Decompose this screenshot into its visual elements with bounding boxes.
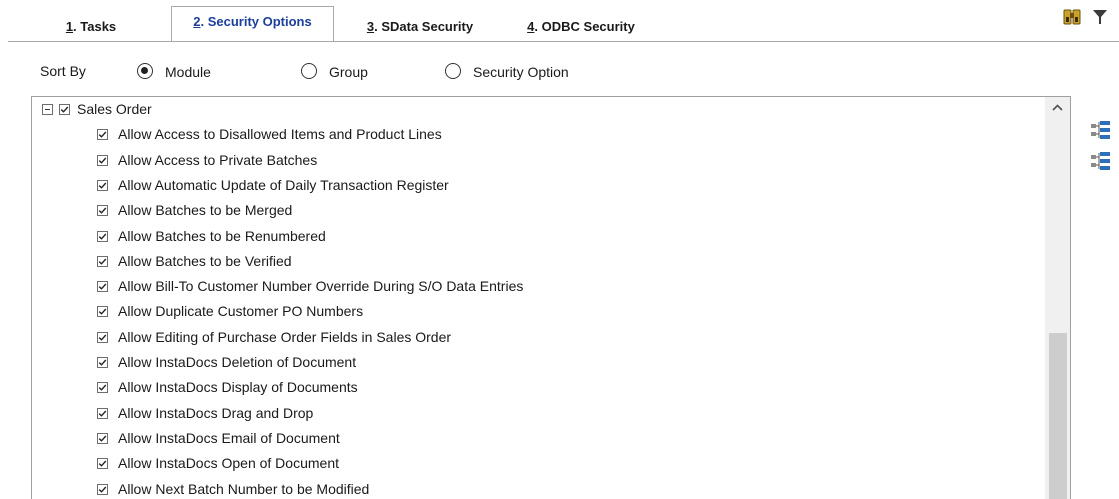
tree-item-row[interactable]: Allow Batches to be Verified xyxy=(32,249,992,274)
tree-item-label: Allow Batches to be Verified xyxy=(118,252,292,269)
tree-item-row[interactable]: Allow InstaDocs Display of Documents xyxy=(32,375,992,400)
checkbox-icon[interactable] xyxy=(97,357,108,368)
tree-item-row[interactable]: Allow Batches to be Merged xyxy=(32,198,992,223)
tree-item-row[interactable]: Allow Editing of Purchase Order Fields i… xyxy=(32,325,992,350)
tree-item-row[interactable]: Allow Access to Private Batches xyxy=(32,148,992,173)
tree-item-row[interactable]: Allow Access to Disallowed Items and Pro… xyxy=(32,122,992,147)
checkbox-icon[interactable] xyxy=(97,205,108,217)
sort-by-module-radio[interactable]: Module xyxy=(137,60,237,84)
checkbox-icon[interactable] xyxy=(97,281,108,293)
vertical-scrollbar[interactable] xyxy=(1045,97,1070,499)
tab-security-options-label: . Security Options xyxy=(200,14,312,29)
sort-by-module-label: Module xyxy=(165,64,211,80)
checkbox-icon[interactable] xyxy=(97,407,108,419)
checkbox-icon[interactable] xyxy=(97,331,108,343)
tab-odbc-security-label: . ODBC Security xyxy=(534,19,635,34)
expand-all-tree-icon[interactable] xyxy=(1090,120,1112,140)
tree-item-label: Allow Editing of Purchase Order Fields i… xyxy=(118,328,452,345)
tree-item-row[interactable]: Allow Bill-To Customer Number Override D… xyxy=(32,274,992,299)
sort-by-security-option-radio[interactable]: Security Option xyxy=(445,60,605,84)
tab-sdata-security-label: . SData Security xyxy=(374,19,474,34)
tree-item-row[interactable]: Allow InstaDocs Open of Document xyxy=(32,451,992,476)
tree-item-label: Allow InstaDocs Drag and Drop xyxy=(118,404,314,421)
tab-baseline xyxy=(8,41,1119,42)
checkbox-icon[interactable] xyxy=(97,230,108,242)
tree-item-label: Allow Next Batch Number to be Modified xyxy=(118,480,370,497)
checkbox-icon[interactable] xyxy=(97,255,108,267)
tab-sdata-security[interactable]: 3. SData Security xyxy=(340,12,500,41)
checkbox-icon[interactable] xyxy=(97,154,108,166)
tree-root-label: Sales Order xyxy=(77,101,152,117)
tree-item-row[interactable]: Allow Next Batch Number to be Modified xyxy=(32,477,992,499)
tree-root-row[interactable]: Sales Order xyxy=(32,97,1032,122)
checkbox-icon[interactable] xyxy=(97,382,108,394)
tree-item-label: Allow Access to Disallowed Items and Pro… xyxy=(118,126,442,143)
tree-item-label: Allow InstaDocs Open of Document xyxy=(118,455,339,472)
security-options-tree[interactable]: Sales Order Allow Access to Disallowed I… xyxy=(31,96,1071,499)
tree-item-label: Allow Bill-To Customer Number Override D… xyxy=(118,278,524,295)
sort-by-row: Sort By Module Group Security Option xyxy=(0,56,700,88)
tree-item-row[interactable]: Allow Automatic Update of Daily Transact… xyxy=(32,173,992,198)
tree-item-label: Allow Duplicate Customer PO Numbers xyxy=(118,303,364,320)
tree-item-row[interactable]: Allow InstaDocs Deletion of Document xyxy=(32,350,992,375)
scrollbar-thumb[interactable] xyxy=(1049,333,1067,499)
tree-item-row[interactable]: Allow InstaDocs Drag and Drop xyxy=(32,401,992,426)
collapse-all-tree-icon[interactable] xyxy=(1090,151,1112,171)
tree-item-label: Allow Access to Private Batches xyxy=(118,151,318,168)
checkbox-icon[interactable] xyxy=(97,129,108,141)
sort-by-group-label: Group xyxy=(329,64,368,80)
tree-item-label: Allow Automatic Update of Daily Transact… xyxy=(118,176,449,193)
sort-by-security-option-label: Security Option xyxy=(473,64,569,80)
collapse-icon[interactable] xyxy=(42,104,53,115)
checkbox-icon[interactable] xyxy=(97,179,108,191)
checkbox-icon[interactable] xyxy=(97,483,108,495)
tab-tasks-key: 1 xyxy=(65,19,74,34)
tree-item-row[interactable]: Allow Batches to be Renumbered xyxy=(32,224,992,249)
tree-item-label: Allow InstaDocs Deletion of Document xyxy=(118,354,357,370)
tab-tasks[interactable]: 1. Tasks xyxy=(46,12,136,41)
checkbox-icon[interactable] xyxy=(97,432,108,444)
filter-icon[interactable] xyxy=(1091,8,1109,26)
radio-selected-icon xyxy=(137,63,153,79)
sort-by-label: Sort By xyxy=(40,63,86,79)
binoculars-icon[interactable] xyxy=(1063,8,1081,26)
checkbox-icon[interactable] xyxy=(97,458,108,470)
tab-strip: 1. Tasks 2. Security Options 3. SData Se… xyxy=(0,0,1119,42)
tree-item-label: Allow InstaDocs Email of Document xyxy=(118,429,340,446)
tree-item-label: Allow InstaDocs Display of Documents xyxy=(118,379,358,396)
tree-item-label: Allow Batches to be Merged xyxy=(118,202,293,219)
sort-by-group-radio[interactable]: Group xyxy=(301,60,391,84)
scroll-up-arrow-icon[interactable] xyxy=(1045,97,1070,119)
checkbox-icon[interactable] xyxy=(59,104,70,115)
tree-item-label: Allow Batches to be Renumbered xyxy=(118,227,326,244)
checkbox-icon[interactable] xyxy=(97,306,108,318)
tree-item-row[interactable]: Allow InstaDocs Email of Document xyxy=(32,426,992,451)
radio-unselected-icon xyxy=(301,63,317,79)
tree-item-row[interactable]: Allow Duplicate Customer PO Numbers xyxy=(32,299,992,324)
tab-tasks-label: . Tasks xyxy=(73,19,117,34)
tab-odbc-security[interactable]: 4. ODBC Security xyxy=(506,12,656,41)
tab-security-options[interactable]: 2. Security Options xyxy=(171,6,334,42)
radio-unselected-icon xyxy=(445,63,461,79)
